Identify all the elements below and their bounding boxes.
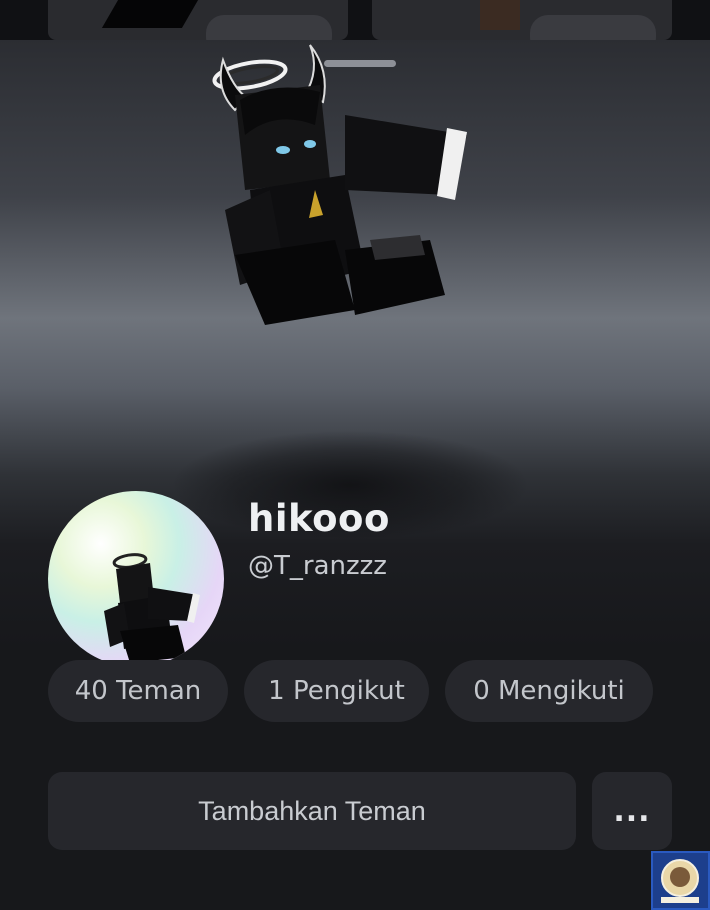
more-options-button[interactable]: ... <box>592 772 672 850</box>
profile-avatar[interactable] <box>48 491 224 667</box>
ellipsis-icon: ... <box>613 793 651 829</box>
background-avatar-shape <box>101 0 199 28</box>
friends-count-button[interactable]: 40 Teman <box>48 660 228 722</box>
background-content-strip <box>0 0 710 40</box>
avatar-thumbnail-figure <box>104 553 200 663</box>
followers-count-button[interactable]: 1 Pengikut <box>244 660 429 722</box>
background-avatar-shape <box>480 0 520 30</box>
profile-display-name: hikooo <box>248 497 390 540</box>
background-card-button <box>206 15 332 40</box>
profile-username: @T_ranzzz <box>248 551 387 581</box>
badge-logo-icon <box>651 851 710 910</box>
following-count-button[interactable]: 0 Mengikuti <box>445 660 653 722</box>
add-friend-button[interactable]: Tambahkan Teman <box>48 772 576 850</box>
avatar-3d-figure <box>212 44 467 325</box>
background-card-button <box>530 15 656 40</box>
